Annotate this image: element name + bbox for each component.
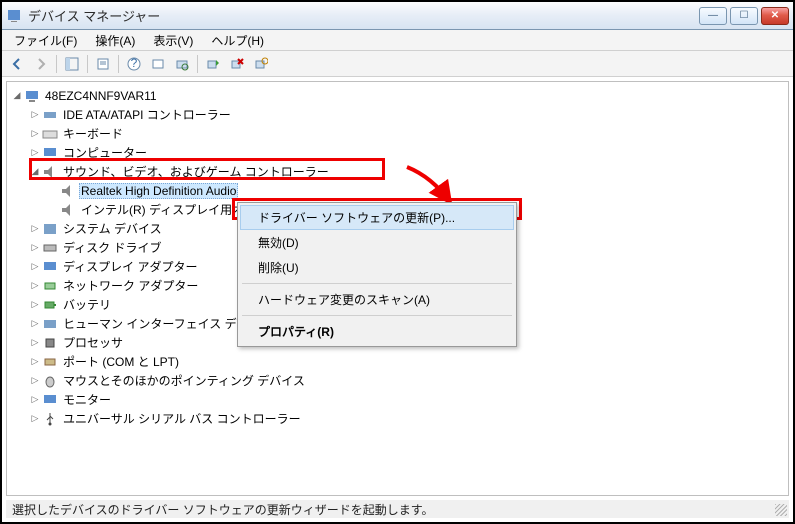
tree-item[interactable]: ▷ ユニバーサル シリアル バス コントローラー [7, 409, 788, 428]
node-label: システム デバイス [61, 220, 164, 237]
show-hide-tree-button[interactable] [61, 53, 83, 75]
minimize-button[interactable]: — [699, 7, 727, 25]
collapse-icon[interactable]: ◢ [11, 90, 23, 101]
tree-item[interactable]: ▷ IDE ATA/ATAPI コントローラー [7, 105, 788, 124]
node-label: ディスク ドライブ [61, 239, 164, 256]
usb-icon [42, 411, 58, 427]
expand-icon[interactable]: ▷ [29, 109, 41, 120]
menu-file[interactable]: ファイル(F) [6, 30, 85, 51]
disk-icon [42, 240, 58, 256]
menu-action[interactable]: 操作(A) [87, 30, 143, 51]
system-icon [42, 221, 58, 237]
tree-view[interactable]: ◢ 48EZC4NNF9VAR11 ▷ IDE ATA/ATAPI コントローラー… [6, 81, 789, 496]
tree-item[interactable]: ▷ マウスとそのほかのポインティング デバイス [7, 371, 788, 390]
properties-button[interactable] [92, 53, 114, 75]
node-label: ネットワーク アダプター [61, 277, 200, 294]
scan-hardware-button[interactable] [171, 53, 193, 75]
ctx-disable[interactable]: 無効(D) [240, 230, 514, 255]
node-label: IDE ATA/ATAPI コントローラー [61, 106, 233, 123]
sound-icon [60, 183, 76, 199]
node-label: 48EZC4NNF9VAR11 [43, 89, 159, 103]
monitor-icon [42, 392, 58, 408]
disable-button[interactable] [250, 53, 272, 75]
menu-view[interactable]: 表示(V) [145, 30, 201, 51]
cpu-icon [42, 335, 58, 351]
forward-button[interactable] [30, 53, 52, 75]
context-menu: ドライバー ソフトウェアの更新(P)... 無効(D) 削除(U) ハードウェア… [237, 202, 517, 347]
title-bar: デバイス マネージャー — ☐ ✕ [2, 2, 793, 30]
collapse-icon[interactable]: ◢ [29, 166, 41, 177]
sound-icon [42, 164, 58, 180]
tree-item-sound[interactable]: ◢ サウンド、ビデオ、およびゲーム コントローラー [7, 162, 788, 181]
node-label: キーボード [61, 125, 125, 142]
app-icon [6, 8, 22, 24]
node-label: Realtek High Definition Audio [79, 183, 238, 199]
network-icon [42, 278, 58, 294]
tree-item[interactable]: ▷ モニター [7, 390, 788, 409]
computer-icon [24, 88, 40, 104]
node-label: コンピューター [61, 144, 149, 161]
expand-icon[interactable]: ▷ [29, 242, 41, 253]
expand-icon[interactable]: ▷ [29, 280, 41, 291]
window-buttons: — ☐ ✕ [699, 7, 789, 25]
ctx-update-driver[interactable]: ドライバー ソフトウェアの更新(P)... [240, 205, 514, 230]
expand-icon[interactable]: ▷ [29, 337, 41, 348]
node-label: プロセッサ [61, 334, 125, 351]
display-icon [42, 259, 58, 275]
expand-icon[interactable]: ▷ [29, 375, 41, 386]
controller-icon [42, 107, 58, 123]
tree-item[interactable]: ▷ キーボード [7, 124, 788, 143]
tree-root[interactable]: ◢ 48EZC4NNF9VAR11 [7, 86, 788, 105]
toolbar: ? [2, 51, 793, 77]
expand-icon[interactable]: ▷ [29, 356, 41, 367]
node-label: ディスプレイ アダプター [61, 258, 200, 275]
sound-icon [60, 202, 76, 218]
computer-icon [42, 145, 58, 161]
expand-icon[interactable]: ▷ [29, 223, 41, 234]
node-label: モニター [61, 391, 113, 408]
expand-icon[interactable]: ▷ [29, 261, 41, 272]
separator [242, 315, 512, 316]
help-button[interactable]: ? [123, 53, 145, 75]
expand-icon[interactable]: ▷ [29, 299, 41, 310]
svg-text:?: ? [131, 57, 138, 70]
back-button[interactable] [6, 53, 28, 75]
port-icon [42, 354, 58, 370]
tree-item-realtek[interactable]: Realtek High Definition Audio [7, 181, 788, 200]
expand-icon[interactable]: ▷ [29, 413, 41, 424]
separator [242, 283, 512, 284]
hid-icon [42, 316, 58, 332]
menu-help[interactable]: ヘルプ(H) [203, 30, 272, 51]
tree-item[interactable]: ▷ ポート (COM と LPT) [7, 352, 788, 371]
node-label: マウスとそのほかのポインティング デバイス [61, 372, 307, 389]
window-title: デバイス マネージャー [28, 6, 699, 25]
action-button[interactable] [147, 53, 169, 75]
expand-icon[interactable]: ▷ [29, 394, 41, 405]
expand-icon[interactable]: ▷ [29, 128, 41, 139]
maximize-button[interactable]: ☐ [730, 7, 758, 25]
keyboard-icon [42, 126, 58, 142]
status-bar: 選択したデバイスのドライバー ソフトウェアの更新ウィザードを起動します。 [6, 500, 789, 518]
ctx-properties[interactable]: プロパティ(R) [240, 319, 514, 344]
node-label: バッテリ [61, 296, 113, 313]
battery-icon [42, 297, 58, 313]
mouse-icon [42, 373, 58, 389]
expand-icon[interactable]: ▷ [29, 147, 41, 158]
menu-bar: ファイル(F) 操作(A) 表示(V) ヘルプ(H) [2, 30, 793, 51]
update-driver-button[interactable] [202, 53, 224, 75]
node-label: サウンド、ビデオ、およびゲーム コントローラー [61, 163, 331, 180]
ctx-scan-hardware[interactable]: ハードウェア変更のスキャン(A) [240, 287, 514, 312]
node-label: ポート (COM と LPT) [61, 353, 181, 370]
uninstall-button[interactable] [226, 53, 248, 75]
status-text: 選択したデバイスのドライバー ソフトウェアの更新ウィザードを起動します。 [12, 501, 434, 518]
ctx-uninstall[interactable]: 削除(U) [240, 255, 514, 280]
tree-item[interactable]: ▷ コンピューター [7, 143, 788, 162]
node-label: ユニバーサル シリアル バス コントローラー [61, 410, 303, 427]
close-button[interactable]: ✕ [761, 7, 789, 25]
expand-icon[interactable]: ▷ [29, 318, 41, 329]
